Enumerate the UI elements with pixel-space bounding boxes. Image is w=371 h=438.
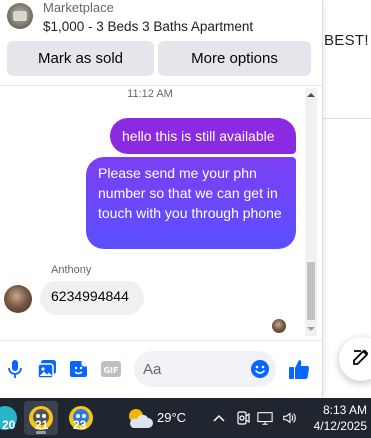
photo-icon[interactable] xyxy=(36,358,58,380)
chat-scrollbar[interactable] xyxy=(305,88,317,336)
svg-text:GIF: GIF xyxy=(103,366,118,375)
taskbar-app-3[interactable]: 23 xyxy=(64,401,98,435)
gif-icon[interactable]: GIF xyxy=(100,358,122,380)
screen: BEST! Marketplace $1,000 - 3 Beds 3 Bath… xyxy=(0,0,371,438)
scroll-up-arrow-icon[interactable] xyxy=(305,88,317,102)
scroll-down-arrow-icon[interactable] xyxy=(305,322,317,336)
message-timestamp: 11:12 AM xyxy=(127,88,173,100)
clock-time: 8:13 AM xyxy=(322,403,367,417)
compose-icon xyxy=(351,347,371,372)
chevron-up-icon[interactable] xyxy=(211,410,227,426)
incoming-message[interactable]: 6234994844 xyxy=(40,281,144,315)
taskbar-app-1[interactable]: 20 xyxy=(0,401,22,435)
scrollbar-thumb[interactable] xyxy=(307,262,315,320)
active-indicator xyxy=(36,431,46,434)
sticker-icon[interactable] xyxy=(68,358,90,380)
background-page-text: BEST! xyxy=(324,32,369,49)
message-list: 11:12 AM hello this is still available P… xyxy=(0,86,322,340)
microphone-icon[interactable] xyxy=(4,358,26,380)
taskbar-app-2[interactable]: 21 xyxy=(24,401,58,435)
outgoing-message[interactable]: hello this is still available xyxy=(110,118,296,154)
marketplace-label: Marketplace xyxy=(43,0,114,15)
listing-title[interactable]: $1,000 - 3 Beds 3 Baths Apartment xyxy=(43,19,253,34)
weather-icon[interactable] xyxy=(125,406,153,435)
outgoing-message[interactable]: Please send me your phn number so that w… xyxy=(86,157,296,249)
listing-thumbnail[interactable] xyxy=(7,3,33,29)
mark-as-sold-button[interactable]: Mark as sold xyxy=(7,41,154,76)
clock-date: 4/12/2025 xyxy=(313,419,367,433)
network-icon[interactable] xyxy=(257,410,273,426)
message-input[interactable] xyxy=(134,351,254,387)
taskbar-badge: 20 xyxy=(2,418,16,432)
chat-header: Marketplace $1,000 - 3 Beds 3 Baths Apar… xyxy=(0,0,322,86)
weather-temperature[interactable]: 29°C xyxy=(157,410,186,425)
volume-icon[interactable] xyxy=(282,410,298,426)
sender-avatar[interactable] xyxy=(4,285,32,313)
emoji-icon[interactable] xyxy=(250,359,270,379)
more-options-button[interactable]: More options xyxy=(158,41,311,76)
taskbar-badge: 21 xyxy=(35,418,49,432)
message-input-wrapper[interactable] xyxy=(134,351,276,387)
chat-window: Marketplace $1,000 - 3 Beds 3 Baths Apar… xyxy=(0,0,323,398)
background-divider xyxy=(323,118,371,119)
message-composer: GIF xyxy=(0,340,322,398)
taskbar-badge: 23 xyxy=(73,418,87,432)
seen-avatar xyxy=(272,319,286,333)
taskbar: 20 21 23 29°C 8:13 AM 4/12/2025 xyxy=(0,398,371,438)
meet-now-icon[interactable] xyxy=(235,410,251,426)
thumbs-up-icon[interactable] xyxy=(288,358,310,380)
sender-name: Anthony xyxy=(51,264,92,276)
system-clock[interactable]: 8:13 AM 4/12/2025 xyxy=(303,402,367,434)
